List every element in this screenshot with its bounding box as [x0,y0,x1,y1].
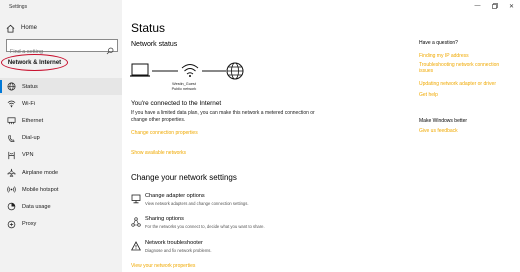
network-name-label: Westin_Guest Public network [159,82,209,92]
sidebar-item-label: Data usage [22,203,51,210]
view-network-properties-link[interactable]: View your network properties [131,263,195,269]
sidebar-item-dialup[interactable]: Dial-up [0,130,122,147]
sidebar: Settings Home Network & Internet Status [0,0,122,272]
network-troubleshooter-item[interactable]: Network troubleshooter Diagnose and fix … [131,240,361,258]
adapter-icon [131,194,141,204]
dialup-icon [6,133,16,143]
laptop-icon [130,63,150,77]
sidebar-nav: Status Wi-Fi Ethernet Dial-up VPN Airpla… [0,78,122,233]
sidebar-item-airplane-mode[interactable]: Airplane mode [0,164,122,181]
airplane-icon [6,168,16,178]
home-icon [6,24,15,33]
network-diagram [130,62,244,80]
option-description: View network adapters and change connect… [145,200,249,206]
show-available-networks-link[interactable]: Show available networks [131,150,186,156]
highlight-ring: Network & Internet [1,54,68,71]
option-description: Diagnose and fix network problems. [145,247,212,253]
window-controls: — ✕ [469,0,520,12]
option-description: For the networks you connect to, decide … [145,223,265,229]
sidebar-item-label: Dial-up [22,135,40,142]
sidebar-item-label: Airplane mode [22,169,59,176]
data-usage-icon [6,202,16,212]
sidebar-item-data-usage[interactable]: Data usage [0,198,122,215]
proxy-icon [6,219,16,229]
search-box[interactable] [6,39,118,58]
connected-status-text: You're connected to the Internet [131,100,222,107]
vpn-icon [6,150,16,160]
window-title: Settings [9,4,28,10]
metered-info-text: If you have a limited data plan, you can… [131,110,315,123]
globe-icon [6,82,16,92]
internet-globe-icon [226,62,244,80]
hotspot-icon [6,185,16,195]
sidebar-item-wifi[interactable]: Wi-Fi [0,95,122,112]
sidebar-item-label: Ethernet [22,117,44,124]
sidebar-item-label: VPN [22,152,34,159]
option-title: Sharing options [145,216,184,222]
question-heading: Have a question? [419,40,458,46]
sidebar-item-label: Mobile hotspot [22,186,59,193]
network-type: Public network [171,87,197,91]
windows-better-heading: Make Windows better [419,118,468,124]
sidebar-item-status[interactable]: Status [0,78,122,96]
sidebar-item-label: Proxy [22,221,37,228]
change-connection-properties-link[interactable]: Change connection properties [131,130,198,136]
minimize-icon[interactable]: — [469,0,486,12]
home-label: Home [21,25,38,31]
get-help-link[interactable]: Get help [419,92,438,98]
wifi-signal-icon [181,64,199,77]
maximize-icon[interactable] [486,0,503,12]
search-icon[interactable] [106,42,114,55]
section-title: Network & Internet [7,59,62,66]
sidebar-item-vpn[interactable]: VPN [0,147,122,164]
page-title: Status [131,21,166,35]
troubleshooting-link[interactable]: Troubleshooting network connection issue… [419,62,509,74]
wifi-icon [6,99,16,109]
change-network-settings-heading: Change your network settings [131,173,237,182]
sharing-icon [131,217,141,227]
warning-icon [131,241,141,251]
ethernet-icon [6,116,16,126]
finding-ip-link[interactable]: Finding my IP address [419,53,469,59]
sidebar-item-label: Status [22,83,38,90]
network-status-heading: Network status [131,41,178,48]
sidebar-item-mobile-hotspot[interactable]: Mobile hotspot [0,181,122,198]
give-feedback-link[interactable]: Give us feedback [419,128,458,134]
settings-window: Settings Home Network & Internet Status [0,0,520,272]
option-title: Change adapter options [145,193,205,199]
home-button[interactable]: Home [4,22,118,34]
option-title: Network troubleshooter [145,240,203,246]
updating-adapter-link[interactable]: Updating network adapter or driver [419,81,496,87]
change-adapter-options-item[interactable]: Change adapter options View network adap… [131,193,361,211]
sidebar-item-ethernet[interactable]: Ethernet [0,112,122,129]
close-icon[interactable]: ✕ [503,0,520,12]
sidebar-item-proxy[interactable]: Proxy [0,216,122,233]
sharing-options-item[interactable]: Sharing options For the networks you con… [131,216,361,234]
main-content: — ✕ Status Network status Westin_Guest P… [122,0,520,272]
sidebar-item-label: Wi-Fi [22,100,36,107]
